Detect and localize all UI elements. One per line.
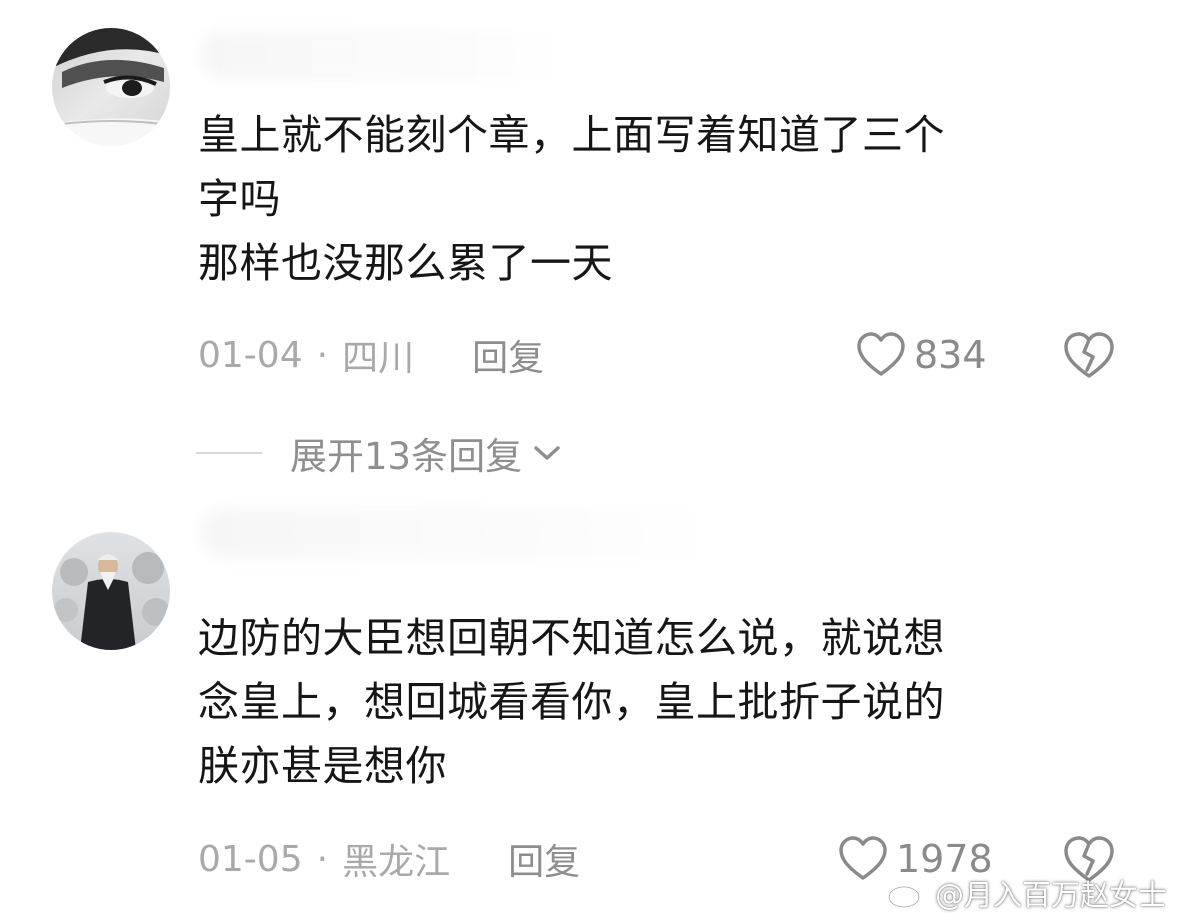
like-count: 834 [914, 333, 987, 377]
dislike-button[interactable] [1062, 330, 1116, 380]
comment-line: 边防的大臣想回朝不知道怎么说，就说想 [198, 614, 945, 662]
comment-location: 四川 [342, 338, 415, 379]
comment-text: 边防的大臣想回朝不知道怎么说，就说想 念皇上，想回城看看你，皇上批折子说的 朕亦… [198, 606, 1098, 798]
meta-separator: · [316, 838, 329, 880]
user-avatar[interactable] [52, 532, 170, 650]
reply-button[interactable]: 回复 [508, 833, 580, 885]
broken-heart-icon [1064, 332, 1114, 378]
reply-button[interactable]: 回复 [472, 329, 544, 381]
heart-icon [857, 332, 905, 376]
comment-line: 字吗 [198, 175, 281, 223]
like-button[interactable]: 834 [856, 330, 987, 380]
username-blurred [200, 30, 570, 80]
divider-line [196, 452, 262, 454]
chevron-down-icon [534, 446, 560, 460]
expand-replies-button[interactable]: 展开13条回复 [196, 428, 562, 478]
weibo-logo-icon [887, 879, 927, 909]
comment-date: 01-04 [198, 334, 303, 376]
expand-replies-label: 展开13条回复 [290, 435, 523, 478]
comment-line: 念皇上，想回城看看你，皇上批折子说的 [198, 678, 945, 726]
comment-text: 皇上就不能刻个章，上面写着知道了三个 字吗 那样也没那么累了一天 [198, 103, 1098, 295]
user-avatar[interactable] [52, 28, 170, 146]
avatar-face-photo [52, 28, 170, 146]
comment-line: 皇上就不能刻个章，上面写着知道了三个 [198, 111, 945, 159]
username-blurred [200, 508, 720, 558]
comment-meta: 01-04 · 四川 回复 [198, 330, 544, 380]
avatar-old-man-photo [52, 532, 170, 650]
watermark-text: @月入百万赵女士 [934, 878, 1167, 912]
comment-item: 边防的大臣想回朝不知道怎么说，就说想 念皇上，想回城看看你，皇上批折子说的 朕亦… [0, 490, 1179, 923]
comment-item: 皇上就不能刻个章，上面写着知道了三个 字吗 那样也没那么累了一天 01-04 ·… [0, 0, 1179, 480]
comment-list: 皇上就不能刻个章，上面写着知道了三个 字吗 那样也没那么累了一天 01-04 ·… [0, 0, 1179, 923]
comment-line: 那样也没那么累了一天 [198, 239, 613, 287]
comment-line: 朕亦甚是想你 [198, 742, 447, 790]
watermark: @月入百万赵女士 [887, 875, 1167, 912]
meta-separator: · [316, 334, 329, 376]
comment-meta: 01-05 · 黑龙江 回复 [198, 834, 580, 884]
comment-date: 01-05 [198, 838, 303, 880]
comment-location: 黑龙江 [342, 842, 451, 883]
heart-icon [839, 836, 887, 880]
